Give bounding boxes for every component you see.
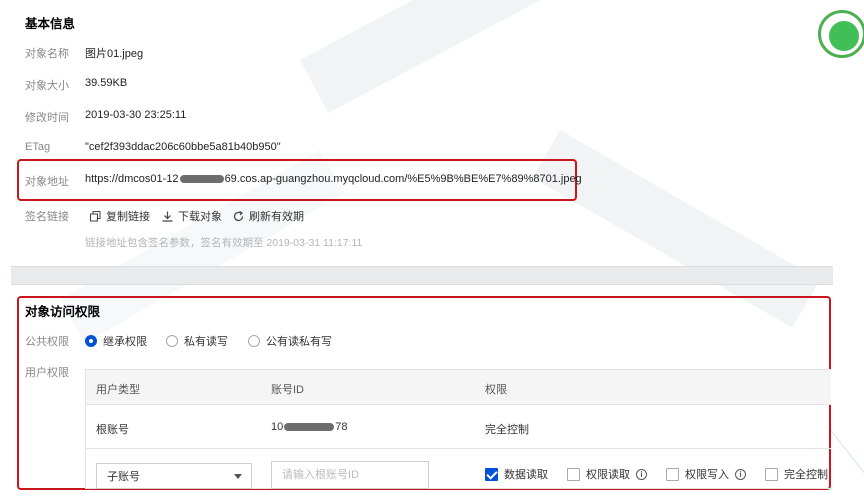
copy-icon <box>90 210 101 221</box>
decorative-line <box>830 429 864 494</box>
checkbox-empty-icon <box>666 467 679 481</box>
radio-inherit-label: 继承权限 <box>103 336 147 348</box>
checkbox-empty-icon <box>765 467 778 481</box>
refresh-validity-label: 刷新有效期 <box>249 211 304 223</box>
user-permission-table: 用户类型 账号ID 权限 根账号 10 78 完全控制 子账号 数据读取 权限读取… <box>85 369 831 489</box>
checkbox-perm-write-label: 权限写入 <box>685 469 729 481</box>
checkbox-perm-read-label: 权限读取 <box>586 469 630 481</box>
checkbox-data-read-label: 数据读取 <box>504 469 548 481</box>
basic-info-title: 基本信息 <box>25 17 76 31</box>
checkbox-checked-icon <box>485 467 498 481</box>
row-divider <box>86 448 831 449</box>
download-object-label: 下载对象 <box>178 211 222 223</box>
watermark-shape <box>300 0 700 113</box>
name-value: 图片01.jpeg <box>85 48 144 60</box>
copy-link-button[interactable]: 复制链接 <box>90 208 150 224</box>
info-icon[interactable]: i <box>636 468 647 480</box>
redacted-mask <box>284 423 335 432</box>
refresh-icon <box>233 210 244 221</box>
header-permission: 权限 <box>485 384 507 396</box>
row-user-type: 根账号 <box>96 424 129 436</box>
copy-link-label: 复制链接 <box>106 211 150 223</box>
chevron-down-icon <box>234 474 242 479</box>
download-object-button[interactable]: 下载对象 <box>162 208 222 224</box>
public-permission-label: 公共权限 <box>25 336 69 348</box>
url-label: 对象地址 <box>25 176 69 188</box>
etag-label: ETag <box>25 141 51 153</box>
checkbox-full-control-label: 完全控制 <box>784 469 828 481</box>
signed-link-hint: 链接地址包含签名参数，签名有效期至 2019-03-31 11:17:11 <box>85 237 363 249</box>
radio-empty-icon <box>248 335 260 347</box>
radio-selected-icon <box>85 335 97 347</box>
download-icon <box>162 211 173 222</box>
modified-value: 2019-03-30 23:25:11 <box>85 109 187 121</box>
header-account-id: 账号ID <box>271 384 304 396</box>
checkbox-perm-write[interactable]: 权限写入 i <box>666 466 746 482</box>
user-type-select[interactable]: 子账号 <box>96 463 252 489</box>
checkbox-data-read[interactable]: 数据读取 <box>485 466 548 482</box>
checkbox-full-control[interactable]: 完全控制 <box>765 466 828 482</box>
url-suffix: 69.cos.ap-guangzhou.myqcloud.com/%E5%9B%… <box>224 173 582 185</box>
redacted-mask <box>179 175 224 184</box>
radio-empty-icon <box>166 335 178 347</box>
radio-private-label: 私有读写 <box>184 336 228 348</box>
radio-inherit[interactable]: 继承权限 <box>85 333 147 349</box>
refresh-validity-button[interactable]: 刷新有效期 <box>233 208 304 224</box>
user-type-select-value: 子账号 <box>107 471 140 483</box>
etag-value: "cef2f393ddac206c60bbe5a81b40b950" <box>85 141 281 153</box>
modified-label: 修改时间 <box>25 112 69 124</box>
app-logo-icon <box>818 10 864 58</box>
radio-public-read-label: 公有读私有写 <box>266 336 332 348</box>
checkbox-empty-icon <box>567 467 580 481</box>
row-permission: 完全控制 <box>485 424 529 436</box>
access-title: 对象访问权限 <box>25 305 101 319</box>
size-value: 39.59KB <box>85 77 128 89</box>
signed-link-label: 签名链接 <box>25 211 69 223</box>
radio-private[interactable]: 私有读写 <box>166 333 228 349</box>
radio-public-read[interactable]: 公有读私有写 <box>248 333 332 349</box>
url-value[interactable]: https://dmcos01-12 69.cos.ap-guangzhou.my… <box>85 173 582 185</box>
size-label: 对象大小 <box>25 80 69 92</box>
name-label: 对象名称 <box>25 48 69 60</box>
header-user-type: 用户类型 <box>96 384 140 396</box>
info-icon[interactable]: i <box>735 468 746 480</box>
account-id-suffix: 78 <box>335 421 348 433</box>
table-header: 用户类型 账号ID 权限 <box>86 370 831 405</box>
account-id-input[interactable] <box>271 461 429 489</box>
row-account-id: 10 78 <box>271 421 348 433</box>
section-divider <box>11 266 833 285</box>
checkbox-perm-read[interactable]: 权限读取 i <box>567 466 647 482</box>
url-prefix: https://dmcos01-12 <box>85 173 179 185</box>
user-permission-label: 用户权限 <box>25 367 69 379</box>
account-id-prefix: 10 <box>271 421 284 433</box>
